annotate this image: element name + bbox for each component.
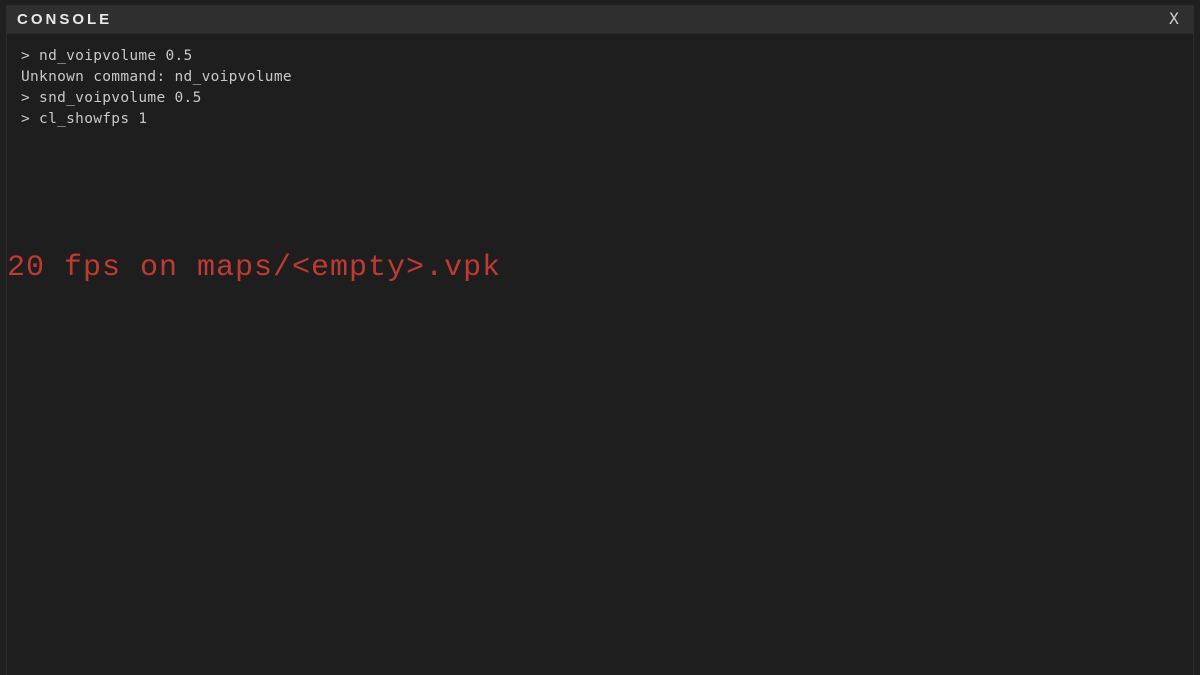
console-line: > cl_showfps 1 [21, 109, 1179, 130]
window-title: CONSOLE [17, 11, 112, 28]
titlebar: CONSOLE X [7, 6, 1193, 34]
console-line: > snd_voipvolume 0.5 [21, 88, 1179, 109]
console-output[interactable]: > nd_voipvolume 0.5 Unknown command: nd_… [7, 34, 1193, 675]
console-line: Unknown command: nd_voipvolume [21, 67, 1179, 88]
close-icon[interactable]: X [1165, 11, 1183, 29]
console-line: > nd_voipvolume 0.5 [21, 46, 1179, 67]
fps-overlay: 20 fps on maps/<empty>.vpk [7, 252, 501, 284]
console-window: CONSOLE X > nd_voipvolume 0.5 Unknown co… [6, 5, 1194, 675]
